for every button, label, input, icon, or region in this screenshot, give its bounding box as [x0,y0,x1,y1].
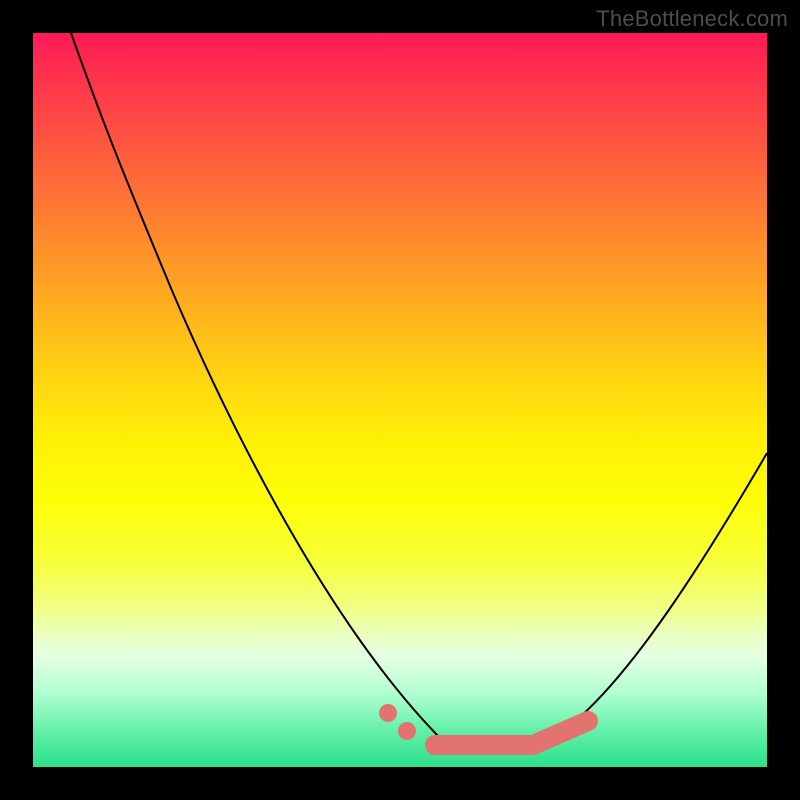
chart-stage: TheBottleneck.com [0,0,800,800]
highlight-segment [435,721,588,745]
bottleneck-curve [71,33,767,749]
chart-svg [33,33,767,767]
highlight-dot-1 [379,704,397,722]
highlight-dot-2 [398,722,416,740]
watermark-text: TheBottleneck.com [596,6,788,32]
